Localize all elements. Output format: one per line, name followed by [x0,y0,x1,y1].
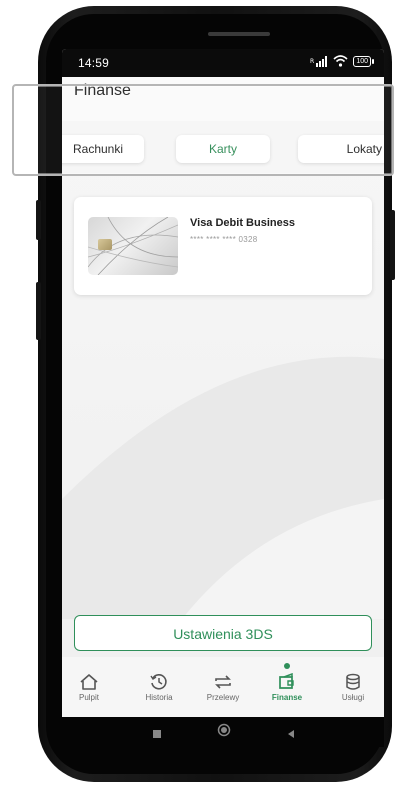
wallet-icon [262,673,312,691]
svg-text:R: R [310,58,314,65]
nav-item-finanse[interactable]: Finanse [262,673,312,702]
phone-side-button [36,282,41,340]
card-name: Visa Debit Business [190,217,295,229]
database-icon [328,673,378,691]
status-bar: 14:59 R 100 [62,49,384,77]
wifi-icon [333,55,348,67]
nav-item-pulpit[interactable]: Pulpit [64,673,114,702]
card-chip-icon [98,239,112,250]
phone-side-button [390,210,395,280]
history-icon [134,673,184,691]
battery-icon: 100 [353,55,374,67]
signal-icon: R [310,55,328,67]
highlight-frame [12,84,394,176]
nav-item-uslugi[interactable]: Usługi [328,673,378,702]
nav-label: Usługi [341,693,365,702]
nav-label: Historia [145,693,173,702]
nav-label: Finanse [271,693,303,702]
back-icon[interactable] [286,726,296,744]
phone-speaker [208,32,270,36]
phone-side-button [36,200,41,240]
home-icon [64,673,114,691]
card-image [88,217,178,275]
nav-item-historia[interactable]: Historia [134,673,184,702]
nav-label: Przelewy [206,693,240,702]
bottom-nav: Pulpit Historia Przelewy Finanse Usługi [62,657,384,717]
card-number: **** **** **** 0328 [190,235,258,244]
card-tile[interactable]: Visa Debit Business **** **** **** 0328 [74,197,372,295]
status-time: 14:59 [78,56,110,70]
background-decoration [62,356,384,619]
transfer-icon [198,673,248,691]
recent-apps-icon[interactable] [152,726,162,744]
system-nav-bar [62,717,384,747]
home-button-icon[interactable] [217,723,231,742]
active-indicator [284,663,290,669]
settings-3ds-button[interactable]: Ustawienia 3DS [74,615,372,651]
battery-level: 100 [353,55,371,67]
nav-label: Pulpit [78,693,99,702]
nav-item-przelewy[interactable]: Przelewy [198,673,248,702]
